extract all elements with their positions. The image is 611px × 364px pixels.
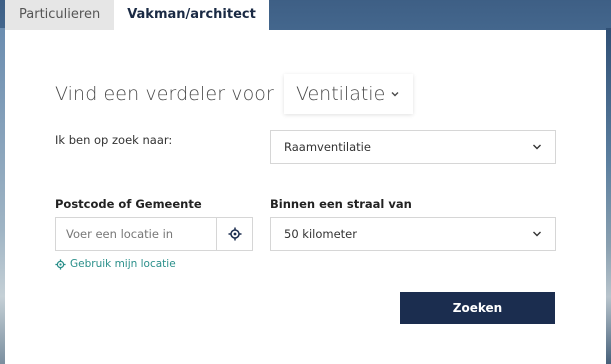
background-right-edge: [606, 28, 611, 364]
crosshair-icon: [55, 258, 66, 270]
category-dropdown[interactable]: Ventilatie: [284, 74, 413, 114]
tab-bar: Particulieren Vakman/architect: [5, 0, 269, 30]
chevron-down-icon: [533, 144, 541, 150]
chevron-down-icon: [533, 231, 541, 237]
radius-value: 50 kilometer: [284, 227, 357, 241]
category-value: Ventilatie: [295, 83, 386, 105]
location-input[interactable]: [56, 218, 216, 250]
search-for-select[interactable]: Raamventilatie: [270, 130, 556, 164]
heading-text: Vind een verdeler voor: [55, 83, 274, 105]
use-my-location-link[interactable]: Gebruik mijn locatie: [55, 258, 176, 270]
use-location-label: Gebruik mijn locatie: [70, 258, 176, 270]
page-heading: Vind een verdeler voor Ventilatie: [55, 74, 413, 114]
location-label: Postcode of Gemeente: [55, 197, 202, 211]
search-button[interactable]: Zoeken: [400, 292, 555, 324]
locate-button[interactable]: [216, 218, 252, 250]
chevron-down-icon: [391, 92, 399, 97]
location-input-group: [55, 217, 253, 251]
tab-particulieren[interactable]: Particulieren: [5, 0, 115, 30]
search-for-value: Raamventilatie: [284, 140, 371, 154]
search-panel: Vind een verdeler voor Ventilatie Ik ben…: [5, 30, 606, 364]
radius-select[interactable]: 50 kilometer: [270, 217, 556, 251]
crosshair-icon: [228, 227, 241, 241]
search-for-label: Ik ben op zoek naar:: [55, 133, 173, 147]
tab-vakman-architect[interactable]: Vakman/architect: [114, 0, 269, 30]
radius-label: Binnen een straal van: [270, 197, 412, 211]
